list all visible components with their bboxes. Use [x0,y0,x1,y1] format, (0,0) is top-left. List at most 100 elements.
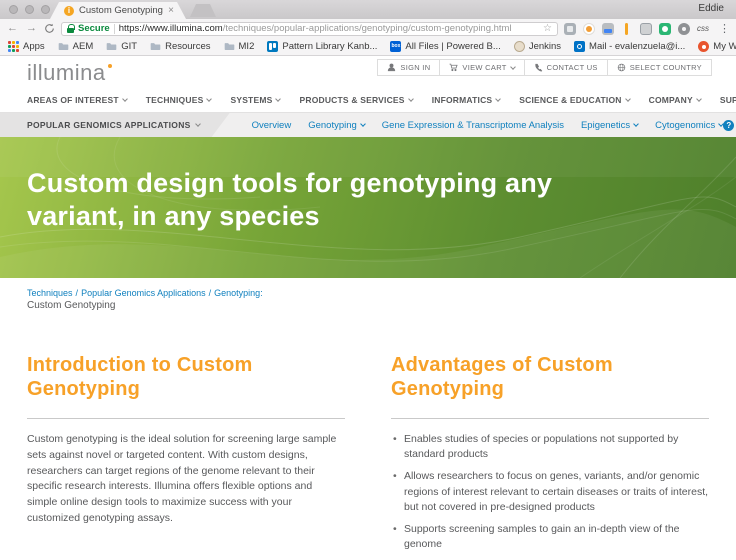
bookmark-apps[interactable]: Apps [8,41,45,52]
bookmark-folder-resources[interactable]: Resources [150,41,210,52]
nav-areas-of-interest[interactable]: AREAS OF INTEREST [27,95,127,105]
secure-padlock-icon[interactable] [67,24,74,33]
extensions-row: css ⋮ [564,22,730,35]
breadcrumb-separator: / [76,288,79,298]
bookmark-label: MI2 [239,41,255,52]
advantages-heading: Advantages of Custom Genotyping [391,353,641,401]
address-bar[interactable]: Secure https://www.illumina.com/techniqu… [61,22,558,36]
extension-icon-5[interactable] [640,23,652,35]
chevron-down-icon [625,96,631,102]
chevron-down-icon [122,96,128,102]
bookmark-folder-mi2[interactable]: MI2 [224,41,255,52]
breadcrumb-link-genotyping[interactable]: Genotyping: [214,288,263,298]
section-divider [391,418,709,419]
bookmark-star-icon[interactable]: ☆ [543,23,552,34]
back-icon[interactable]: ← [6,23,19,34]
nav-company[interactable]: COMPANY [649,95,701,105]
extension-icon-2[interactable] [583,23,595,35]
advantages-bullet: Supports screening samples to gain an in… [391,522,709,552]
subnav-label: Gene Expression & Transcriptome Analysis [382,120,564,131]
nav-support[interactable]: SUPPORT [720,95,736,105]
questions-button[interactable]: ? QUESTIONS [723,113,736,137]
outlook-icon [574,41,585,52]
breadcrumb-link-techniques[interactable]: Techniques [27,288,73,298]
nav-products-services[interactable]: PRODUCTS & SERVICES [299,95,412,105]
url-host: https://www.illumina.com [119,23,223,34]
secure-label: Secure [78,23,110,34]
bookmark-folder-git[interactable]: GIT [106,41,137,52]
hero-banner: Custom design tools for genotyping any v… [0,137,736,278]
bookmark-pattern-library[interactable]: Pattern Library Kanb... [267,41,377,52]
bookmark-folder-aem[interactable]: AEM [58,41,94,52]
subnav-epigenetics[interactable]: Epigenetics [581,120,638,131]
bookmark-workfront[interactable]: My Work - Workfront [698,41,736,52]
subnav-label: Epigenetics [581,120,630,131]
nav-systems[interactable]: SYSTEMS [230,95,280,105]
bookmark-label: GIT [121,41,137,52]
nav-informatics[interactable]: INFORMATICS [432,95,501,105]
nav-label: SUPPORT [720,95,736,105]
subnav-gene-expression[interactable]: Gene Expression & Transcriptome Analysis [382,120,564,131]
extension-icon-6[interactable] [659,23,671,35]
subnav-overview[interactable]: Overview [252,120,292,131]
intro-body: Custom genotyping is the ideal solution … [27,432,345,527]
bookmarks-bar: Apps AEM GIT Resources MI2 Pattern Libra… [0,38,736,56]
browser-tab[interactable]: i Custom Genotyping | Custom × [50,2,186,19]
section-tab-popular-genomics[interactable]: POPULAR GENOMICS APPLICATIONS [0,113,230,137]
site-header: illumina SIGN IN VIEW CART CONTACT US SE… [0,56,736,88]
illumina-logo[interactable]: illumina [27,56,106,90]
subnav-links: Overview Genotyping Gene Expression & Tr… [230,113,724,137]
url-text: https://www.illumina.com/techniques/popu… [119,23,539,34]
nav-science-education[interactable]: SCIENCE & EDUCATION [519,95,629,105]
intro-section: Introduction to Custom Genotyping Custom… [27,353,345,560]
traffic-lights [9,5,50,14]
workfront-icon [698,41,709,52]
nav-techniques[interactable]: TECHNIQUES [146,95,212,105]
trello-icon [267,41,278,52]
tab-title: Custom Genotyping | Custom [79,5,163,16]
chevron-down-icon [510,64,516,70]
window-zoom-button[interactable] [41,5,50,14]
chrome-profile-name[interactable]: Eddie [698,3,724,14]
breadcrumb: Techniques/Popular Genomics Applications… [0,278,736,311]
reload-icon[interactable] [44,23,55,34]
window-close-button[interactable] [9,5,18,14]
sub-nav: POPULAR GENOMICS APPLICATIONS Overview G… [0,112,736,137]
new-tab-button[interactable] [190,4,216,17]
bookmark-label: Apps [23,41,45,52]
bookmark-all-files[interactable]: All Files | Powered B... [390,41,500,52]
nav-label: INFORMATICS [432,95,493,105]
utility-label: CONTACT US [547,63,598,72]
css-extension-icon[interactable]: css [697,24,709,33]
bookmark-label: My Work - Workfront [713,41,736,52]
tab-close-icon[interactable]: × [168,6,174,16]
bookmark-jenkins[interactable]: Jenkins [514,41,561,52]
bookmark-label: Mail - evalenzuela@i... [589,41,685,52]
breadcrumb-link-popular-genomics[interactable]: Popular Genomics Applications [81,288,206,298]
advantages-bullet: Allows researchers to focus on genes, va… [391,469,709,515]
subnav-cytogenomics[interactable]: Cytogenomics [655,120,723,131]
window-minimize-button[interactable] [25,5,34,14]
extension-icon-4[interactable] [621,23,633,35]
advantages-section: Advantages of Custom Genotyping Enables … [391,353,709,560]
chrome-menu-icon[interactable]: ⋮ [719,22,730,35]
utility-nav: SIGN IN VIEW CART CONTACT US SELECT COUN… [377,59,712,76]
extension-icon-3[interactable] [602,23,614,35]
subnav-genotyping[interactable]: Genotyping [308,120,365,131]
view-cart-button[interactable]: VIEW CART [439,60,523,75]
utility-label: SELECT COUNTRY [630,63,702,72]
folder-icon [150,41,161,52]
bookmark-mail[interactable]: Mail - evalenzuela@i... [574,41,685,52]
select-country-button[interactable]: SELECT COUNTRY [607,60,711,75]
tab-favicon-icon: i [64,6,74,16]
sign-in-button[interactable]: SIGN IN [378,60,439,75]
extension-icon-7[interactable] [678,23,690,35]
extension-icon-1[interactable] [564,23,576,35]
content-columns: Introduction to Custom Genotyping Custom… [0,353,736,560]
forward-icon[interactable]: → [25,23,38,34]
contact-us-button[interactable]: CONTACT US [524,60,607,75]
omnibox-divider [114,24,115,34]
box-icon [390,41,401,52]
browser-toolbar: ← → Secure https://www.illumina.com/tech… [0,19,736,38]
chevron-down-icon [195,121,201,127]
